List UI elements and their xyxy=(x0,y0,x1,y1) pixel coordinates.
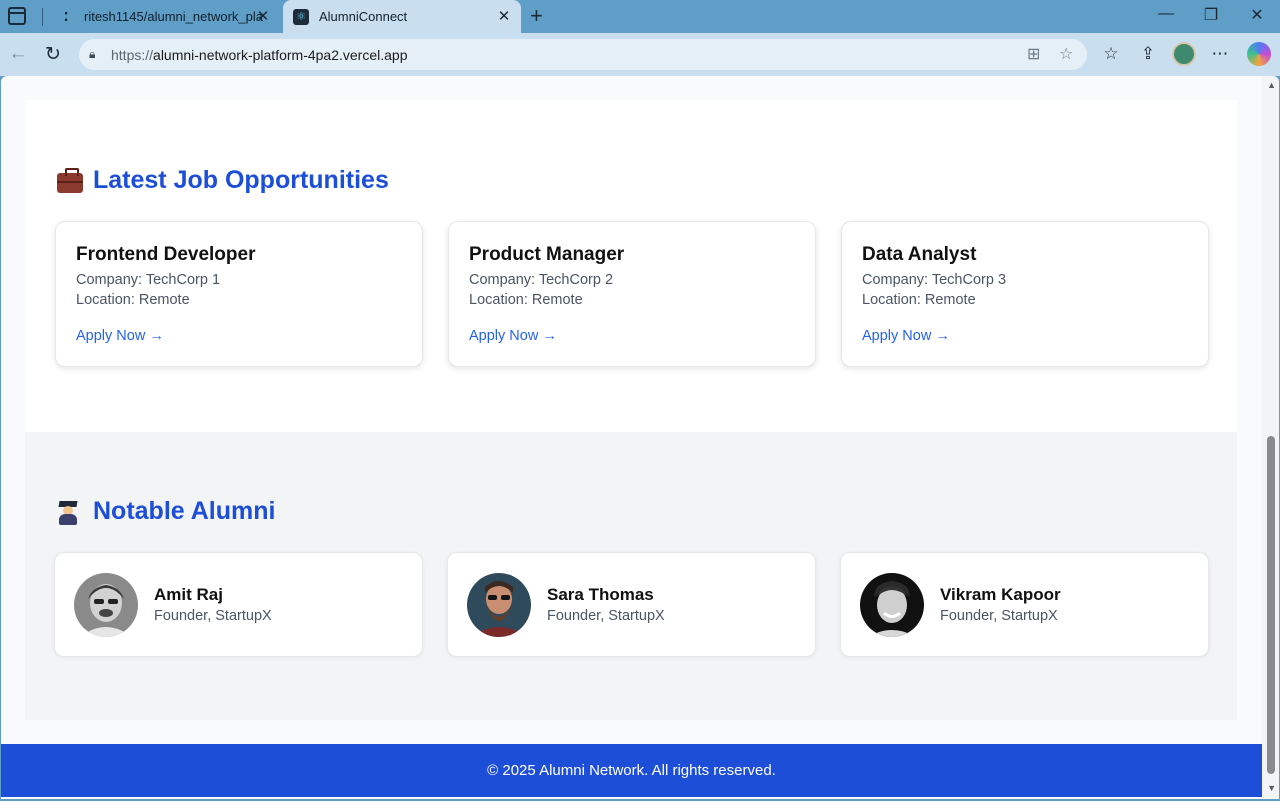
copilot-icon[interactable] xyxy=(1247,42,1271,66)
page-scrollbar[interactable]: ▲ ▼ xyxy=(1262,76,1279,799)
alumni-section: Notable Alumni Amit Raj Founder, Startup… xyxy=(25,432,1237,720)
alumni-card: Amit Raj Founder, StartupX xyxy=(54,552,423,657)
more-menu-icon[interactable]: ⋯ xyxy=(1209,44,1231,64)
job-card: Product Manager Company: TechCorp 2 Loca… xyxy=(448,221,816,367)
address-bar[interactable]: 🔒︎ https://alumni-network-platform-4pa2.… xyxy=(79,39,1087,70)
footer-copyright: © 2025 Alumni Network. All rights reserv… xyxy=(487,762,776,779)
lock-icon[interactable]: 🔒︎ xyxy=(89,47,107,62)
app-available-icon[interactable]: ⊞ xyxy=(1027,44,1040,64)
jobs-heading: Latest Job Opportunities xyxy=(57,166,389,195)
alumni-role: Founder, StartupX xyxy=(547,608,665,624)
restore-button[interactable]: ❐ xyxy=(1196,5,1226,25)
alumni-card: Vikram Kapoor Founder, StartupX xyxy=(840,552,1209,657)
alumni-name: Vikram Kapoor xyxy=(940,585,1061,604)
alumni-role: Founder, StartupX xyxy=(154,608,272,624)
tab-title: ritesh1145/alumni_network_platfo xyxy=(84,9,264,24)
back-button[interactable]: ← xyxy=(6,43,30,65)
browser-tab-bar: ⁚ ritesh1145/alumni_network_platfo ✕ ⚛ A… xyxy=(0,0,1280,33)
alumni-heading: Notable Alumni xyxy=(57,497,275,526)
alumni-role: Founder, StartupX xyxy=(940,608,1058,624)
alumni-avatar xyxy=(860,573,924,637)
reload-button[interactable]: ↻ xyxy=(41,43,65,66)
share-icon[interactable]: ⇪ xyxy=(1137,44,1159,64)
job-title: Frontend Developer xyxy=(76,244,256,265)
apply-now-link[interactable]: Apply Now → xyxy=(469,328,557,344)
alumni-name: Amit Raj xyxy=(154,585,223,604)
close-tab-icon[interactable]: ✕ xyxy=(495,7,513,25)
tab-alumniconnect[interactable]: ⚛ AlumniConnect ✕ xyxy=(283,0,521,33)
github-icon: ⁚ xyxy=(63,9,69,24)
scroll-up-arrow-icon[interactable]: ▲ xyxy=(1267,80,1276,90)
jobs-section: Latest Job Opportunities Frontend Develo… xyxy=(25,100,1237,432)
tab-actions-icon[interactable] xyxy=(8,7,26,25)
minimize-button[interactable]: — xyxy=(1151,5,1181,23)
job-location: Location: Remote xyxy=(76,292,190,308)
page-viewport: Latest Job Opportunities Frontend Develo… xyxy=(1,76,1279,799)
url-text[interactable]: https://alumni-network-platform-4pa2.ver… xyxy=(111,47,407,63)
site-footer: © 2025 Alumni Network. All rights reserv… xyxy=(1,744,1262,797)
tab-title: AlumniConnect xyxy=(319,9,408,24)
job-card: Frontend Developer Company: TechCorp 1 L… xyxy=(55,221,423,367)
alumni-card: Sara Thomas Founder, StartupX xyxy=(447,552,816,657)
job-company: Company: TechCorp 3 xyxy=(862,272,1007,288)
job-title: Product Manager xyxy=(469,244,625,265)
new-tab-button[interactable]: + xyxy=(530,3,543,29)
job-location: Location: Remote xyxy=(862,292,976,308)
job-company: Company: TechCorp 1 xyxy=(76,272,221,288)
graduate-icon xyxy=(57,500,83,525)
apply-now-link[interactable]: Apply Now → xyxy=(76,328,164,344)
alumni-name: Sara Thomas xyxy=(547,585,654,604)
close-tab-icon[interactable]: ✕ xyxy=(254,7,272,25)
favorites-icon[interactable]: ☆ xyxy=(1100,44,1122,64)
react-icon: ⚛ xyxy=(293,8,309,25)
tab-github[interactable]: ⁚ ritesh1145/alumni_network_platfo ✕ xyxy=(48,0,280,33)
browser-toolbar: ← ↻ 🔒︎ https://alumni-network-platform-4… xyxy=(0,33,1280,76)
briefcase-icon xyxy=(57,167,83,193)
tab-divider xyxy=(42,8,43,26)
scroll-down-arrow-icon[interactable]: ▼ xyxy=(1267,783,1276,793)
alumni-avatar xyxy=(467,573,531,637)
job-title: Data Analyst xyxy=(862,244,977,265)
job-location: Location: Remote xyxy=(469,292,583,308)
favorite-star-icon[interactable]: ☆ xyxy=(1059,44,1073,64)
scrollbar-thumb[interactable] xyxy=(1267,436,1275,774)
job-company: Company: TechCorp 2 xyxy=(469,272,614,288)
job-card: Data Analyst Company: TechCorp 3 Locatio… xyxy=(841,221,1209,367)
alumni-avatar xyxy=(74,573,138,637)
profile-avatar[interactable] xyxy=(1172,42,1196,66)
apply-now-link[interactable]: Apply Now → xyxy=(862,328,950,344)
close-window-button[interactable]: ✕ xyxy=(1242,5,1272,25)
